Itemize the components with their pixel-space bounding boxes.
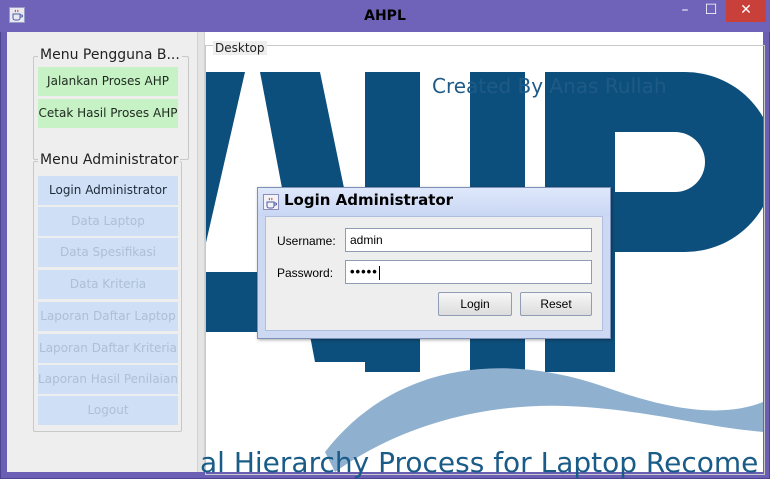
data-laptop-button: Data Laptop	[38, 207, 178, 236]
data-spesifikasi-button: Data Spesifikasi	[38, 238, 178, 267]
close-button[interactable]: ✕	[726, 0, 766, 22]
login-dialog-title: Login Administrator	[284, 191, 454, 209]
laporan-daftar-kriteria-button: Laporan Daftar Kriteria	[38, 334, 178, 363]
text-caret	[378, 265, 380, 280]
laporan-hasil-penilaian-button: Laporan Hasil Penilaian	[38, 365, 178, 394]
reset-button[interactable]: Reset	[520, 292, 592, 316]
login-dialog-body: Username: admin Password: ••••• Login Re…	[265, 216, 603, 331]
laporan-daftar-laptop-button: Laporan Daftar Laptop	[38, 302, 178, 331]
login-dialog: Login Administrator Username: admin Pass…	[257, 187, 611, 339]
window-title: AHPL	[364, 8, 406, 24]
ahp-subtitle-text: al Hierarchy Process for Laptop Recome	[200, 446, 759, 479]
password-field[interactable]: •••••	[345, 260, 592, 284]
run-ahp-button[interactable]: Jalankan Proses AHP	[38, 67, 178, 96]
menu-user-title: Menu Pengguna B...	[38, 47, 182, 63]
data-kriteria-button: Data Kriteria	[38, 270, 178, 299]
login-button[interactable]: Login	[438, 292, 512, 316]
menu-admin-title: Menu Administrator	[38, 152, 181, 168]
desktop-title: Desktop	[213, 41, 267, 55]
login-dialog-title-bar[interactable]: Login Administrator	[258, 188, 610, 216]
print-ahp-result-button[interactable]: Cetak Hasil Proses AHP	[38, 99, 178, 128]
password-value: •••••	[350, 264, 378, 279]
maximize-button[interactable]: ☐	[698, 0, 724, 22]
password-label: Password:	[277, 266, 334, 280]
logout-button: Logout	[38, 396, 178, 425]
minimize-button[interactable]: –	[672, 0, 698, 22]
created-by-text: Created By Anas Rullah	[432, 74, 667, 98]
username-label: Username:	[277, 234, 336, 248]
login-administrator-button[interactable]: Login Administrator	[38, 176, 178, 205]
title-bar[interactable]: AHPL – ☐ ✕	[0, 0, 770, 32]
username-field[interactable]: admin	[345, 228, 592, 252]
split-pane-divider[interactable]	[197, 32, 205, 472]
java-coffee-icon	[263, 194, 279, 210]
